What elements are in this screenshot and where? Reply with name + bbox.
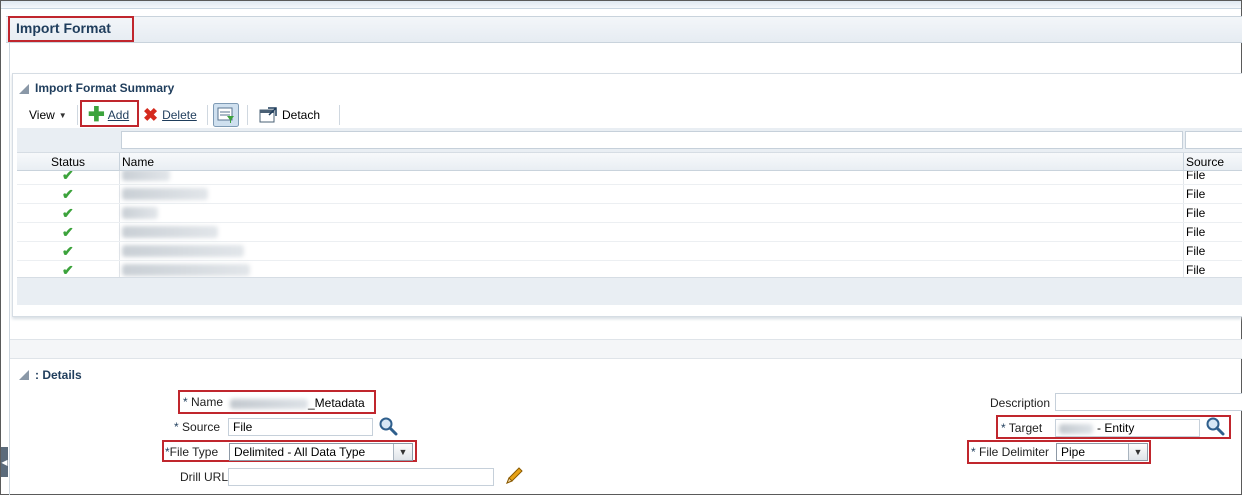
redacted-name — [122, 264, 250, 276]
file-type-select[interactable]: Delimited - All Data Type ▼ — [229, 443, 413, 461]
delete-icon: ✖ — [143, 105, 159, 125]
table-row[interactable]: ✔ File — [17, 261, 1242, 277]
source-filter-input[interactable] — [1185, 131, 1242, 149]
table-row[interactable]: ✔ File — [17, 242, 1242, 261]
delete-label: Delete — [162, 108, 197, 122]
query-by-example-button[interactable] — [213, 101, 239, 129]
chevron-left-icon: ◀ — [1, 457, 8, 467]
redacted-name — [122, 245, 244, 257]
query-by-example-icon — [213, 103, 239, 127]
name-field[interactable]: _Metadata — [230, 396, 365, 410]
redacted-name — [122, 171, 170, 181]
source-cell: File — [1186, 187, 1206, 201]
detach-icon — [259, 107, 277, 123]
add-highlight — [80, 100, 139, 127]
table-row[interactable]: ✔ File — [17, 171, 1242, 185]
collapse-icon[interactable] — [19, 370, 29, 380]
collapse-icon[interactable] — [19, 84, 29, 94]
name-column-header[interactable]: Name — [122, 155, 154, 169]
check-icon: ✔ — [62, 205, 74, 221]
source-cell: File — [1186, 206, 1206, 220]
file-type-label: *File Type — [165, 445, 219, 459]
redacted-value — [1059, 423, 1093, 434]
detach-button[interactable]: Detach — [259, 101, 320, 129]
source-cell: File — [1186, 225, 1206, 239]
search-icon[interactable] — [1205, 416, 1225, 436]
source-cell: File — [1186, 244, 1206, 258]
redacted-name — [122, 226, 218, 238]
description-input[interactable] — [1055, 393, 1242, 411]
source-cell: File — [1186, 263, 1206, 277]
pencil-icon[interactable] — [504, 466, 524, 486]
detach-label: Detach — [282, 108, 321, 122]
status-column-header[interactable]: Status — [51, 155, 85, 169]
source-column-header[interactable]: Source — [1186, 155, 1224, 169]
summary-title: Import Format Summary — [35, 81, 175, 95]
chevron-down-icon: ▼ — [393, 444, 412, 460]
name-filter-input[interactable] — [121, 131, 1183, 149]
redacted-value — [230, 398, 308, 409]
check-icon: ✔ — [62, 224, 74, 240]
drill-url-input[interactable] — [228, 468, 494, 486]
chevron-down-icon: ▼ — [58, 110, 67, 120]
redacted-name — [122, 188, 208, 200]
description-label: Description — [990, 396, 1051, 410]
check-icon: ✔ — [62, 186, 74, 202]
splitter-handle[interactable]: ◀ — [1, 447, 8, 477]
file-delimiter-label: * File Delimiter — [971, 445, 1050, 459]
view-menu[interactable]: View ▼ — [29, 101, 67, 129]
source-label: * Source — [174, 420, 221, 434]
toolbar: View ▼ ✚ Add ✖ Delete Detach — [17, 101, 1242, 129]
page-title: Import Format — [16, 20, 111, 36]
column-header: Status Name Source — [17, 153, 1242, 171]
search-icon[interactable] — [378, 416, 398, 436]
divider-band — [10, 339, 1242, 359]
target-label: * Target — [1001, 421, 1043, 435]
left-rule — [9, 43, 10, 495]
details-title: : Details — [35, 368, 82, 382]
table-row[interactable]: ✔ File — [17, 204, 1242, 223]
top-strip — [1, 1, 1241, 9]
delete-button[interactable]: ✖ Delete — [143, 101, 197, 129]
check-icon: ✔ — [62, 262, 74, 277]
file-delimiter-select[interactable]: Pipe ▼ — [1056, 443, 1148, 461]
check-icon: ✔ — [62, 171, 74, 183]
page-header — [6, 16, 1242, 43]
chevron-down-icon: ▼ — [1128, 444, 1147, 460]
view-label: View — [29, 108, 55, 122]
source-cell: File — [1186, 171, 1206, 182]
table-row[interactable]: ✔ File — [17, 185, 1242, 204]
check-icon: ✔ — [62, 243, 74, 259]
target-value: - Entity — [1059, 421, 1134, 435]
source-value: File — [233, 420, 253, 434]
name-label: * Name — [183, 395, 224, 409]
filter-row — [17, 128, 1242, 153]
grid-footer — [17, 277, 1242, 305]
table-row[interactable]: ✔ File — [17, 223, 1242, 242]
drill-url-label: Drill URL — [180, 470, 228, 484]
redacted-name — [122, 207, 158, 219]
grid-body: ✔ File ✔ File ✔ File ✔ File ✔ File ✔ Fil… — [17, 171, 1242, 277]
